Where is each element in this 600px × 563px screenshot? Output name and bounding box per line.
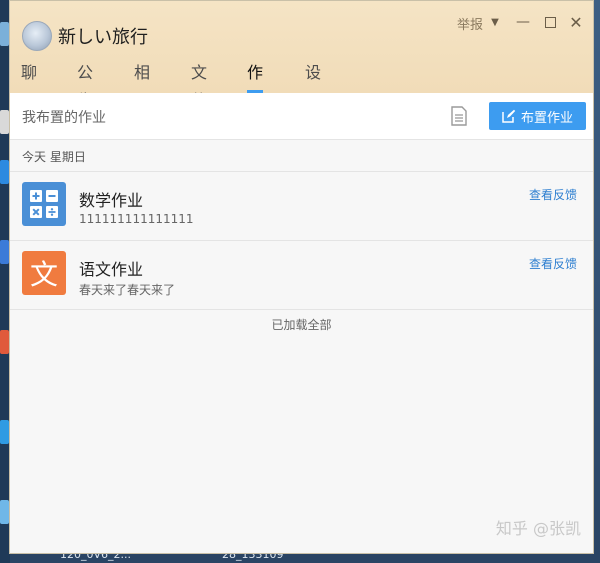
watermark: 知乎 @张凯 <box>495 519 581 538</box>
homework-description: 春天来了春天来了 <box>79 283 176 297</box>
view-feedback-link[interactable]: 查看反馈 <box>529 186 577 203</box>
tab-homework[interactable]: 作业 <box>247 59 264 110</box>
calculator-icon <box>22 182 66 226</box>
group-avatar[interactable] <box>22 21 52 51</box>
tab-files[interactable]: 文件 <box>191 59 207 110</box>
dropdown-icon[interactable]: ▼ <box>484 11 506 33</box>
report-button[interactable]: 举报 <box>457 14 483 33</box>
desktop-icon[interactable] <box>0 500 9 524</box>
desktop-icon[interactable] <box>0 240 9 264</box>
assign-homework-button[interactable]: 布置作业 <box>489 102 586 130</box>
edit-icon <box>502 109 516 123</box>
homework-title: 语文作业 <box>79 260 144 279</box>
group-title: 新しい旅行 <box>58 27 148 48</box>
minimize-icon[interactable]: — <box>512 11 534 33</box>
homework-title: 数学作业 <box>79 191 144 210</box>
desktop-icon[interactable] <box>0 160 9 184</box>
maximize-icon[interactable] <box>539 11 561 33</box>
homework-description: 111111111111111 <box>79 212 194 226</box>
title-bar: 新しい旅行 举报 ▼ — ✕ 聊天 公告 相册 文件 作业 设置▼ <box>10 1 593 135</box>
icon-character: 文 <box>29 258 58 291</box>
close-icon[interactable]: ✕ <box>565 11 587 33</box>
assign-homework-label: 布置作业 <box>520 110 573 126</box>
tab-album[interactable]: 相册 <box>134 59 150 110</box>
toolbar-title: 我布置的作业 <box>22 110 106 126</box>
list-item[interactable]: 文 语文作业 春天来了春天来了 查看反馈 <box>10 241 593 310</box>
tab-announcement[interactable]: 公告 <box>77 59 93 110</box>
document-icon[interactable] <box>450 106 468 126</box>
desktop-icon[interactable] <box>0 22 9 46</box>
tab-settings[interactable]: 设置▼ <box>305 59 321 135</box>
homework-toolbar: 我布置的作业 布置作业 <box>10 93 593 140</box>
desktop-icon[interactable] <box>0 110 9 134</box>
date-label: 今天 星期日 <box>22 150 86 164</box>
all-loaded-label: 已加载全部 <box>271 318 332 332</box>
view-feedback-link[interactable]: 查看反馈 <box>529 255 577 272</box>
tab-chat[interactable]: 聊天 <box>21 59 37 110</box>
desktop-icon[interactable] <box>0 420 9 444</box>
date-header: 今天 星期日 <box>10 140 593 172</box>
list-item[interactable]: 数学作业 111111111111111 查看反馈 <box>10 172 593 241</box>
chinese-character-icon: 文 <box>22 251 66 295</box>
group-window: 新しい旅行 举报 ▼ — ✕ 聊天 公告 相册 文件 作业 设置▼ 我布置的作业 <box>9 0 594 554</box>
desktop-icon[interactable] <box>0 330 9 354</box>
